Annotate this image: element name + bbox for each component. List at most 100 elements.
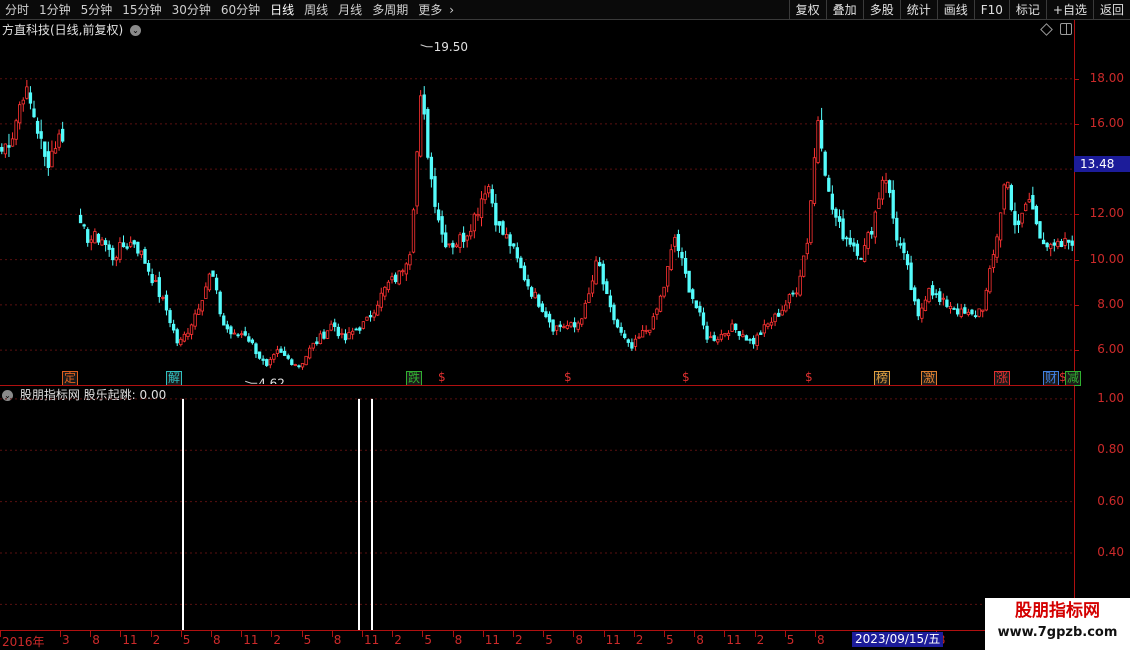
period-tab-9[interactable]: 多周期 (367, 0, 413, 20)
period-tab-6[interactable]: 日线 (265, 0, 299, 20)
action-button-1[interactable]: 叠加 (825, 0, 863, 20)
price-tick-label: 18.00 (1089, 70, 1124, 85)
date-tick-mark (694, 631, 696, 637)
candle (408, 251, 412, 270)
date-tick-label: 11 (484, 633, 501, 647)
date-tick-label: 8 (696, 633, 704, 647)
event-tag[interactable]: $ (681, 371, 691, 384)
action-button-0[interactable]: 复权 (788, 0, 826, 20)
candle (25, 79, 29, 100)
candle (558, 320, 562, 332)
candle (913, 285, 917, 306)
candle (562, 323, 566, 329)
diamond-icon[interactable] (1040, 23, 1053, 36)
date-tick-mark (241, 631, 243, 637)
candle (340, 328, 344, 339)
date-tick-label: 5 (303, 633, 312, 647)
indicator-axis-line (1074, 386, 1075, 630)
candle (859, 257, 863, 260)
candle (286, 353, 290, 361)
action-button-8[interactable]: 返回 (1092, 0, 1130, 20)
candle (920, 303, 924, 323)
candle (390, 272, 394, 284)
indicator-chart[interactable] (0, 386, 1074, 630)
event-tag[interactable]: 解 (166, 371, 183, 386)
date-tick-label: 8 (213, 633, 221, 647)
candle (902, 238, 906, 260)
period-tab-3[interactable]: 15分钟 (117, 0, 166, 20)
candle (3, 143, 8, 158)
period-tab-4[interactable]: 30分钟 (167, 0, 216, 20)
candle (526, 274, 530, 290)
candle (1034, 204, 1039, 226)
action-button-7[interactable]: +自选 (1045, 0, 1093, 20)
candle (605, 278, 609, 295)
event-tag[interactable]: 激 (921, 371, 938, 386)
candle (623, 330, 627, 340)
period-tab-1[interactable]: 1分钟 (34, 0, 76, 20)
candle (927, 287, 931, 304)
candle (630, 338, 634, 351)
chevron-down-icon[interactable]: ⌄ (130, 25, 142, 36)
period-tab-5[interactable]: 60分钟 (216, 0, 265, 20)
candle (171, 319, 176, 334)
period-tab-8[interactable]: 月线 (333, 0, 367, 20)
candle (21, 97, 25, 112)
date-tick-label: 2 (635, 633, 644, 647)
event-tag[interactable]: $ (437, 371, 447, 384)
event-tag[interactable]: $ (563, 371, 573, 384)
candle (959, 303, 963, 319)
candle (819, 107, 824, 152)
candle (666, 266, 670, 293)
candle (490, 184, 494, 208)
candle (1052, 239, 1056, 252)
action-button-3[interactable]: 统计 (899, 0, 937, 20)
action-button-5[interactable]: F10 (973, 0, 1009, 20)
action-button-2[interactable]: 多股 (862, 0, 900, 20)
candle (780, 305, 784, 316)
price-tick-mark (1074, 259, 1079, 261)
event-tag[interactable]: 定 (62, 371, 79, 386)
candle (18, 101, 22, 130)
date-tick-label: 8 (333, 633, 342, 647)
candle (762, 319, 766, 337)
period-tab-0[interactable]: 分时 (0, 0, 34, 20)
candle (28, 86, 33, 110)
period-tab-2[interactable]: 5分钟 (76, 0, 118, 20)
candle (741, 329, 745, 338)
event-tag[interactable]: 财 (1043, 371, 1060, 386)
candle (1024, 202, 1028, 212)
action-button-4[interactable]: 画线 (936, 0, 974, 20)
candle (315, 337, 319, 346)
event-tag[interactable]: 涨 (994, 371, 1011, 386)
panel-split-icon[interactable] (1060, 23, 1072, 35)
candle (43, 141, 47, 167)
period-tab-10[interactable]: 更多 (413, 0, 447, 20)
action-button-6[interactable]: 标记 (1008, 0, 1046, 20)
event-tag[interactable]: 跌 (406, 371, 423, 386)
event-tag[interactable]: 减 (1065, 371, 1082, 386)
candle (487, 183, 491, 198)
date-tick-mark (664, 631, 665, 637)
indicator-tick-label: 1.00 (1097, 390, 1124, 405)
price-tick-label: 16.00 (1089, 115, 1124, 130)
event-tag[interactable]: 榜 (874, 371, 891, 386)
candle (970, 308, 974, 316)
candle (32, 100, 36, 119)
period-tab-7[interactable]: 周线 (299, 0, 333, 20)
date-tick-mark (211, 631, 212, 637)
candle (451, 240, 455, 255)
candlestick-chart[interactable]: 19.50 4.62 (0, 38, 1074, 390)
date-tick-mark (301, 631, 303, 637)
event-tag[interactable]: $ (804, 371, 814, 384)
candle (1009, 183, 1014, 212)
candle (10, 132, 15, 147)
candle (508, 232, 512, 254)
chevron-right-icon[interactable]: › (447, 0, 456, 20)
date-tick-label: 11 (726, 633, 742, 647)
candle (347, 327, 351, 340)
candle (214, 274, 219, 295)
candle (175, 327, 179, 347)
candle (744, 334, 749, 341)
candle (655, 307, 659, 320)
